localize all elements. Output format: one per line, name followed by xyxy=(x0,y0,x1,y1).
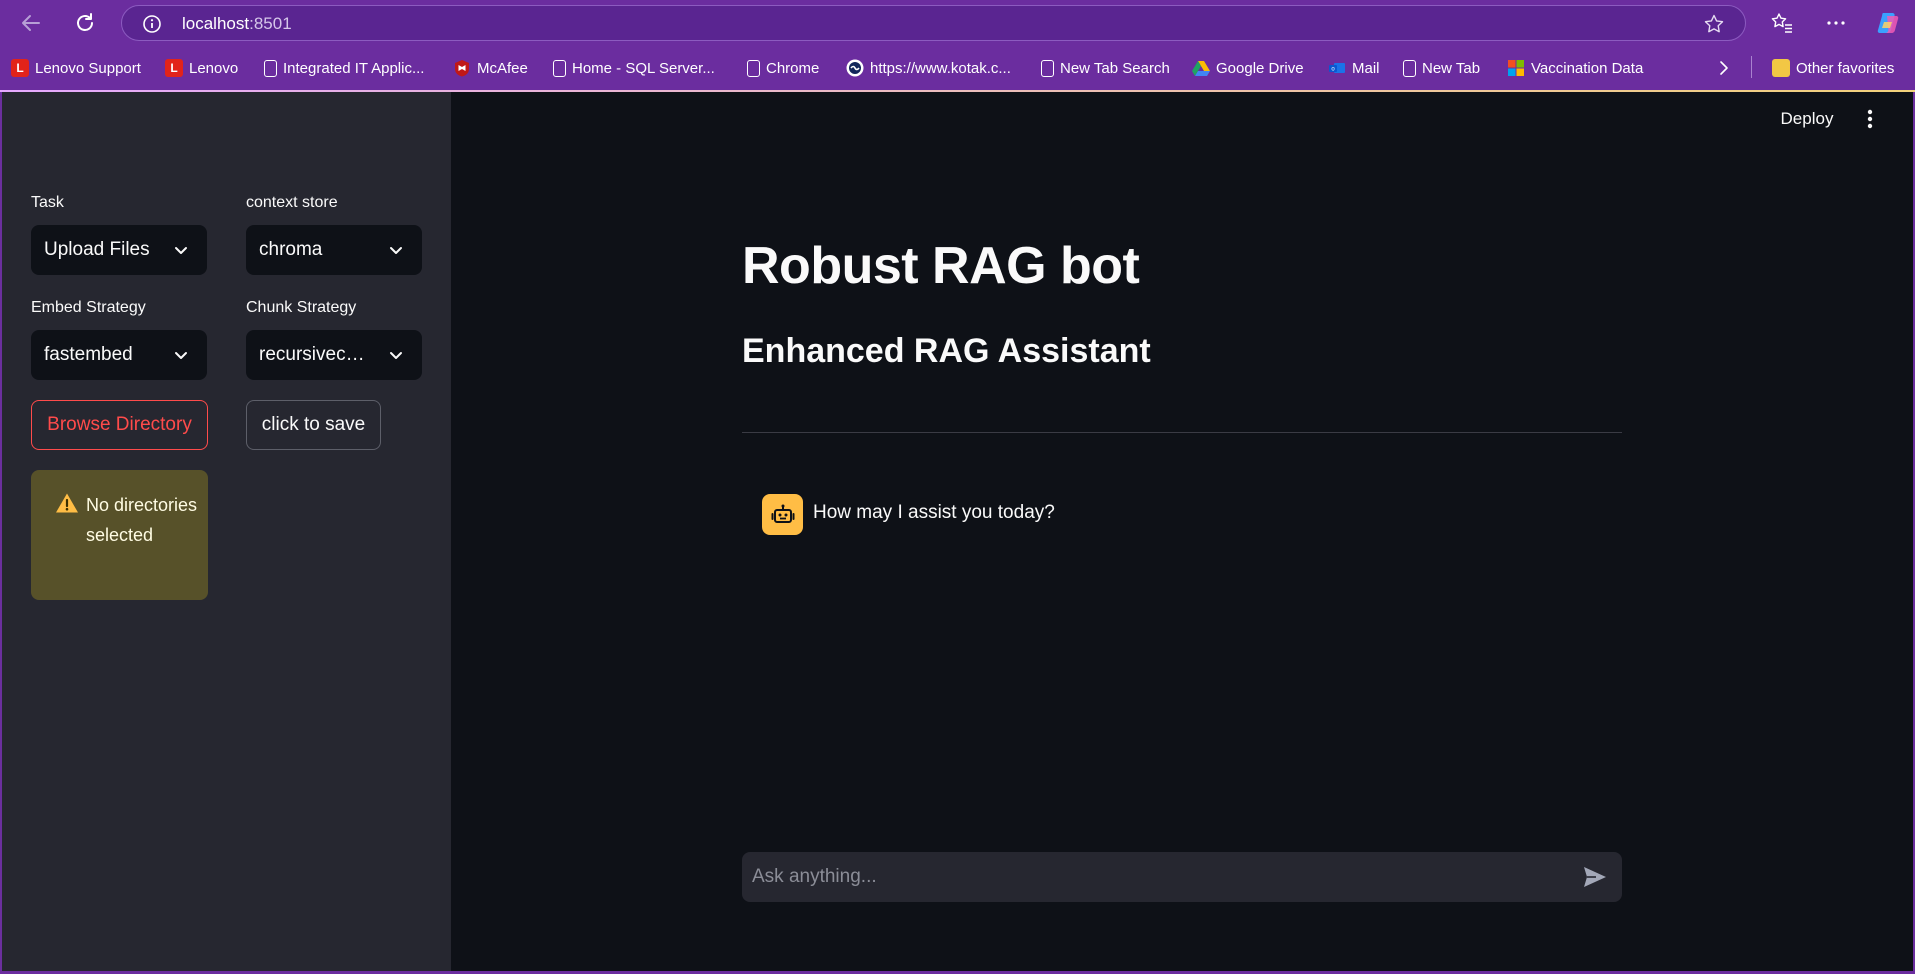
bookmark-label: New Tab Search xyxy=(1060,59,1170,77)
embed-strategy-select[interactable]: fastembed xyxy=(31,330,207,380)
divider xyxy=(742,432,1622,433)
task-select[interactable]: Upload Files xyxy=(31,225,207,275)
assistant-avatar xyxy=(762,494,803,535)
context-store-label: context store xyxy=(246,194,338,211)
address-bar[interactable]: localhost:8501 xyxy=(121,5,1746,41)
bookmark-sql-server[interactable]: Home - SQL Server... xyxy=(553,56,715,80)
bookmark-chrome[interactable]: Chrome xyxy=(747,56,819,80)
bookmarks-separator xyxy=(1751,56,1752,78)
url-host: localhost xyxy=(182,14,250,33)
context-store-select[interactable]: chroma xyxy=(246,225,422,275)
chat-input[interactable] xyxy=(752,852,1552,902)
bookmark-new-tab[interactable]: New Tab xyxy=(1403,56,1480,80)
bookmark-label: Other favorites xyxy=(1796,59,1895,77)
warning-text: No directories selected xyxy=(86,495,198,545)
chunk-strategy-select-value: recursivecharacter xyxy=(259,344,367,365)
chunk-strategy-label: Chunk Strategy xyxy=(246,299,357,316)
more-menu-button[interactable] xyxy=(1822,9,1850,37)
page-title: Robust RAG bot xyxy=(742,237,1140,295)
bookmark-label: Google Drive xyxy=(1216,59,1304,77)
embed-strategy-select-value: fastembed xyxy=(44,344,133,365)
bookmark-other-favorites[interactable]: Other favorites xyxy=(1772,56,1894,80)
page-icon xyxy=(553,59,566,77)
copilot-icon xyxy=(1877,13,1899,33)
bookmark-google-drive[interactable]: Google Drive xyxy=(1192,56,1304,80)
bookmarks-bar: L Lenovo Support L Lenovo Integrated IT … xyxy=(0,46,1915,90)
page-icon xyxy=(747,59,760,77)
app-viewport: Task Upload Files context store chroma E… xyxy=(2,92,1913,971)
page-icon xyxy=(1041,59,1054,77)
bookmark-vaccination-data[interactable]: Vaccination Data xyxy=(1507,56,1643,80)
task-label: Task xyxy=(31,194,64,211)
bookmark-new-tab-search[interactable]: New Tab Search xyxy=(1041,56,1170,80)
bookmark-lenovo[interactable]: L Lenovo xyxy=(165,56,238,80)
bookmark-label: Lenovo Support xyxy=(35,59,141,77)
chunk-strategy-select[interactable]: recursivecharacter xyxy=(246,330,422,380)
bookmark-label: Home - SQL Server... xyxy=(572,59,715,77)
bookmark-label: https://www.kotak.c... xyxy=(870,59,1011,77)
task-select-value: Upload Files xyxy=(44,239,150,260)
bookmark-lenovo-support[interactable]: L Lenovo Support xyxy=(11,56,141,80)
page-icon xyxy=(264,59,277,77)
bookmarks-overflow-button[interactable] xyxy=(1717,56,1731,80)
chevron-down-icon xyxy=(390,352,402,359)
bookmark-label: Lenovo xyxy=(189,59,239,77)
warning-icon xyxy=(56,493,78,513)
chat-input-container xyxy=(742,852,1622,902)
bookmark-label: McAfee xyxy=(477,59,528,77)
folder-icon xyxy=(1772,59,1790,77)
sidebar: Task Upload Files context store chroma E… xyxy=(2,92,451,971)
more-horizontal-icon xyxy=(1827,21,1845,25)
url-port: :8501 xyxy=(249,14,292,33)
bookmark-label: Mail xyxy=(1352,59,1380,77)
embed-strategy-label: Embed Strategy xyxy=(31,299,146,316)
reload-icon xyxy=(77,13,93,31)
bookmark-label: New Tab xyxy=(1422,59,1481,77)
google-drive-icon xyxy=(1192,61,1210,76)
bookmark-label: Chrome xyxy=(766,59,820,77)
chevron-down-icon xyxy=(175,352,187,359)
context-store-select-value: chroma xyxy=(259,239,323,260)
reload-button[interactable] xyxy=(70,8,100,38)
page-icon xyxy=(1403,59,1416,77)
microsoft-icon xyxy=(1508,60,1524,76)
favorites-list-icon xyxy=(1771,13,1792,33)
save-button[interactable]: click to save xyxy=(246,400,381,450)
page-subtitle: Enhanced RAG Assistant xyxy=(742,332,1151,370)
mcafee-icon xyxy=(455,60,469,77)
url-text[interactable]: localhost:8501 xyxy=(182,14,292,34)
bookmark-mcafee[interactable]: McAfee xyxy=(453,56,528,80)
mail-icon: o xyxy=(1329,63,1345,73)
robot-icon xyxy=(771,504,794,523)
kebab-menu-icon xyxy=(1867,109,1873,129)
copilot-button[interactable] xyxy=(1874,9,1902,37)
bookmark-label: Integrated IT Applic... xyxy=(283,59,425,77)
lenovo-icon: L xyxy=(165,59,183,77)
main-menu-button[interactable] xyxy=(1855,104,1885,134)
back-button[interactable] xyxy=(16,8,46,38)
assistant-message: How may I assist you today? xyxy=(813,502,1055,523)
lenovo-icon: L xyxy=(11,59,29,77)
favorite-star-icon[interactable] xyxy=(1703,13,1725,35)
browser-toolbar: localhost:8501 xyxy=(0,0,1915,46)
bookmark-mail[interactable]: o Mail xyxy=(1328,56,1380,80)
chevron-right-icon xyxy=(1720,61,1728,75)
bookmark-integrated-it[interactable]: Integrated IT Applic... xyxy=(264,56,424,80)
bookmark-kotak[interactable]: https://www.kotak.c... xyxy=(846,56,1011,80)
info-icon[interactable] xyxy=(142,14,162,34)
bookmark-label: Vaccination Data xyxy=(1531,59,1644,77)
browse-directory-button[interactable]: Browse Directory xyxy=(31,400,208,450)
warning-alert: No directories selected xyxy=(31,470,208,600)
chevron-down-icon xyxy=(175,247,187,254)
deploy-button[interactable]: Deploy xyxy=(1767,102,1847,136)
favorites-button[interactable] xyxy=(1768,9,1796,37)
kotak-icon xyxy=(846,59,864,77)
back-arrow-icon xyxy=(22,15,40,31)
chevron-down-icon xyxy=(390,247,402,254)
send-icon[interactable] xyxy=(1582,865,1608,889)
